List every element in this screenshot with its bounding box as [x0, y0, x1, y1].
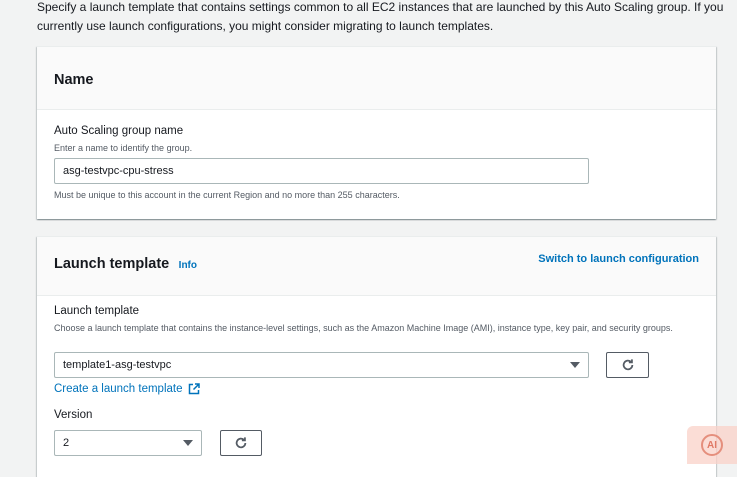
launch-template-section-title: Launch template	[54, 256, 170, 272]
launch-template-card: Launch template Info Switch to launch co…	[37, 236, 716, 477]
launch-template-label: Launch template	[54, 305, 140, 317]
ai-icon: AI	[701, 434, 723, 456]
external-link-icon	[188, 383, 200, 395]
asg-name-label: Auto Scaling group name	[54, 125, 184, 137]
caret-down-icon	[183, 440, 193, 446]
asg-name-input[interactable]: asg-testvpc-cpu-stress	[54, 158, 589, 184]
name-section-title: Name	[54, 72, 94, 88]
refresh-templates-button[interactable]	[606, 352, 649, 378]
info-link[interactable]: Info	[179, 260, 197, 271]
switch-to-launch-configuration-link[interactable]: Switch to launch configuration	[538, 253, 699, 265]
intro-text: Specify a launch template that contains …	[37, 0, 724, 33]
launch-template-select[interactable]: template1-asg-testvpc	[54, 352, 589, 378]
launch-template-card-header: Launch template Info Switch to launch co…	[37, 237, 716, 296]
launch-template-select-value: template1-asg-testvpc	[63, 359, 172, 371]
version-select[interactable]: 2	[54, 430, 202, 456]
asg-name-constraint: Must be unique to this account in the cu…	[54, 190, 400, 200]
refresh-versions-button[interactable]	[220, 430, 262, 456]
create-launch-template-link[interactable]: Create a launch template	[54, 383, 200, 395]
refresh-icon	[622, 359, 633, 371]
ai-assistant-badge[interactable]: AI	[687, 426, 737, 464]
create-launch-template-label: Create a launch template	[54, 383, 183, 395]
launch-template-description: Choose a launch template that contains t…	[54, 323, 673, 333]
version-select-value: 2	[63, 437, 70, 449]
name-card: Name Auto Scaling group name Enter a nam…	[37, 46, 716, 219]
caret-down-icon	[570, 362, 580, 368]
asg-name-description: Enter a name to identify the group.	[54, 143, 193, 153]
name-card-header: Name	[37, 47, 716, 110]
version-label: Version	[54, 409, 93, 421]
refresh-icon	[235, 437, 247, 449]
